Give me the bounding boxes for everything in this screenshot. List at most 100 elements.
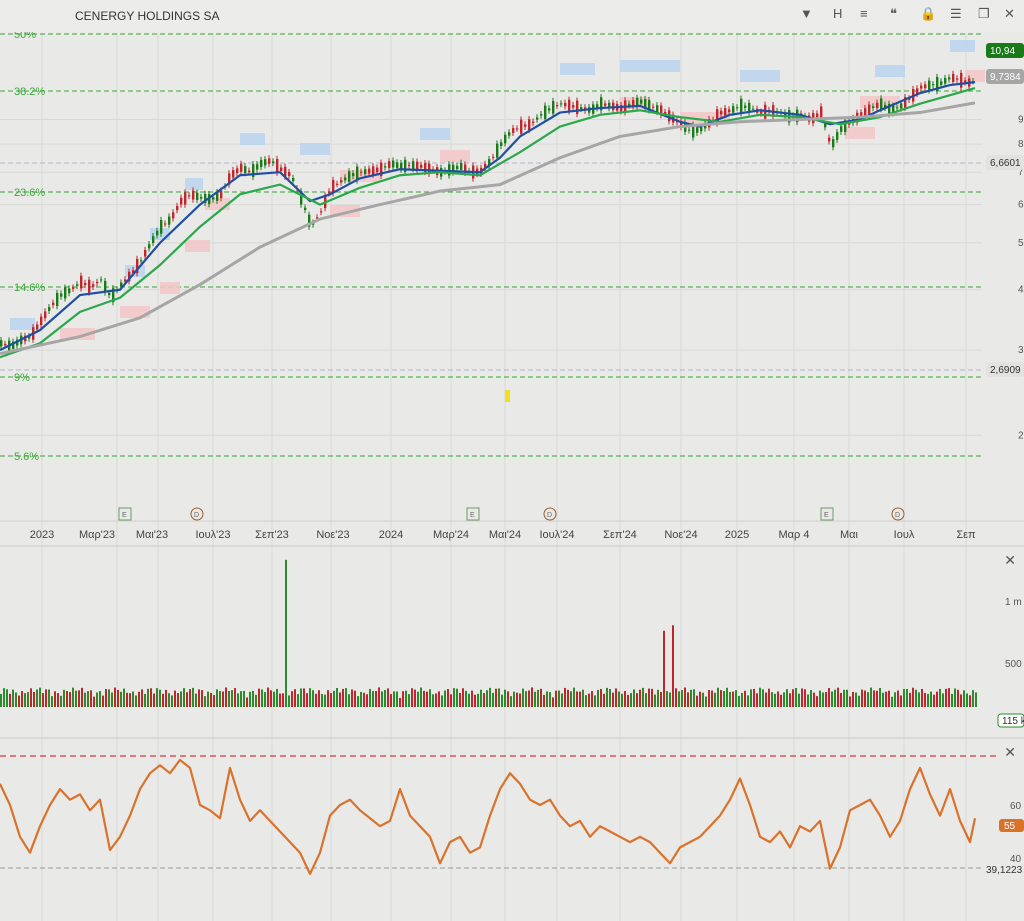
candle-body <box>48 307 51 311</box>
volume-bar <box>390 694 392 707</box>
resistance-zone <box>300 143 330 155</box>
volume-bar <box>399 697 401 707</box>
volume-bar <box>639 689 641 707</box>
volume-bar <box>636 693 638 707</box>
list-icon[interactable]: ≡ <box>860 6 868 21</box>
volume-bar <box>588 693 590 707</box>
candle-body <box>64 287 67 299</box>
volume-bar <box>963 690 965 707</box>
candle-body <box>500 142 503 146</box>
candle-body <box>816 113 819 118</box>
volume-bar <box>708 690 710 707</box>
candle-body <box>536 117 539 120</box>
chart-toolbar: CENERGY HOLDINGS SA ▼ H ≡ ❝ 🔒 ☰ ❐ ✕ <box>0 0 1024 32</box>
candle-body <box>384 166 387 168</box>
resistance-zone <box>420 128 450 140</box>
volume-bar <box>924 692 926 707</box>
volume-bar <box>42 693 44 707</box>
candle-body <box>72 287 75 289</box>
volume-bar <box>609 689 611 707</box>
close-icon[interactable]: ✕ <box>1004 6 1015 22</box>
volume-bar <box>906 688 908 707</box>
rsi-reference-label: 39,1223 <box>986 865 1023 876</box>
volume-bar <box>939 688 941 707</box>
volume-bar <box>132 691 134 707</box>
candle-body <box>44 311 47 319</box>
volume-bar <box>90 690 92 707</box>
candle-body <box>96 281 99 284</box>
event-marker-label: D <box>895 512 900 519</box>
event-marker-label: E <box>824 512 829 519</box>
volume-bar <box>753 688 755 707</box>
volume-bar <box>765 692 767 707</box>
volume-bar <box>93 696 95 707</box>
candle-body <box>504 134 507 144</box>
volume-bar <box>105 689 107 707</box>
quote-icon[interactable]: ❝ <box>890 6 897 22</box>
volume-bar <box>279 693 281 707</box>
h-button[interactable]: H <box>833 6 842 21</box>
candle-body <box>540 114 543 116</box>
candle-body <box>696 127 699 133</box>
resistance-zone <box>740 70 780 82</box>
candle-body <box>196 192 199 200</box>
volume-bar <box>948 688 950 707</box>
candle-body <box>212 197 215 200</box>
lock-icon[interactable]: 🔒 <box>920 6 936 22</box>
volume-bar <box>36 689 38 707</box>
candle-body <box>576 100 579 114</box>
volume-bar <box>627 694 629 707</box>
rsi-tick-label: 60 <box>1010 801 1022 812</box>
volume-bar <box>864 690 866 707</box>
volume-bar <box>933 694 935 707</box>
volume-bar <box>714 692 716 707</box>
volume-bar <box>531 687 533 707</box>
volume-bar <box>777 691 779 707</box>
support-zone <box>160 282 180 294</box>
volume-bar <box>684 687 686 707</box>
candle-body <box>556 105 559 107</box>
volume-bar <box>186 692 188 707</box>
volume-bar <box>729 692 731 707</box>
volume-bar <box>759 687 761 707</box>
candle-body <box>516 128 519 130</box>
candle-body <box>640 99 643 104</box>
window-icon[interactable]: ❐ <box>978 6 990 22</box>
volume-bar <box>192 687 194 707</box>
candle-body <box>180 197 183 205</box>
volume-bar <box>111 692 113 707</box>
volume-bar <box>738 695 740 707</box>
volume-bar <box>201 690 203 707</box>
volume-bar <box>711 690 713 707</box>
candle-body <box>456 165 459 170</box>
candle-body <box>900 103 903 109</box>
chevron-down-icon[interactable]: ▼ <box>800 6 813 21</box>
volume-bar <box>318 690 320 707</box>
candle-body <box>36 324 39 330</box>
volume-bar <box>435 693 437 707</box>
volume-bar <box>366 694 368 707</box>
volume-bar <box>81 687 83 707</box>
volume-bar <box>678 691 680 707</box>
price-chart-svg[interactable]: 50%38.2%23.6%14.6%9%5.6% 9876543210,949,… <box>0 0 1024 921</box>
volume-bar <box>57 693 59 707</box>
volume-bar <box>573 687 575 707</box>
candle-body <box>924 84 927 89</box>
volume-bar <box>147 688 149 707</box>
volume-bar <box>246 697 248 707</box>
close-volume-panel-icon[interactable]: ✕ <box>1004 552 1016 569</box>
volume-bar <box>549 692 551 707</box>
volume-bar <box>48 689 50 707</box>
close-rsi-panel-icon[interactable]: ✕ <box>1004 744 1016 761</box>
volume-bar <box>240 691 242 707</box>
volume-bar <box>51 696 53 707</box>
volume-bar <box>945 688 947 707</box>
candle-body <box>940 81 943 85</box>
volume-bar <box>144 693 146 707</box>
candle-body <box>724 108 727 116</box>
menu-icon[interactable]: ☰ <box>950 6 962 22</box>
volume-bar <box>822 692 824 707</box>
volume-bar <box>480 689 482 707</box>
volume-bar <box>33 691 35 707</box>
candle-body <box>360 171 363 173</box>
